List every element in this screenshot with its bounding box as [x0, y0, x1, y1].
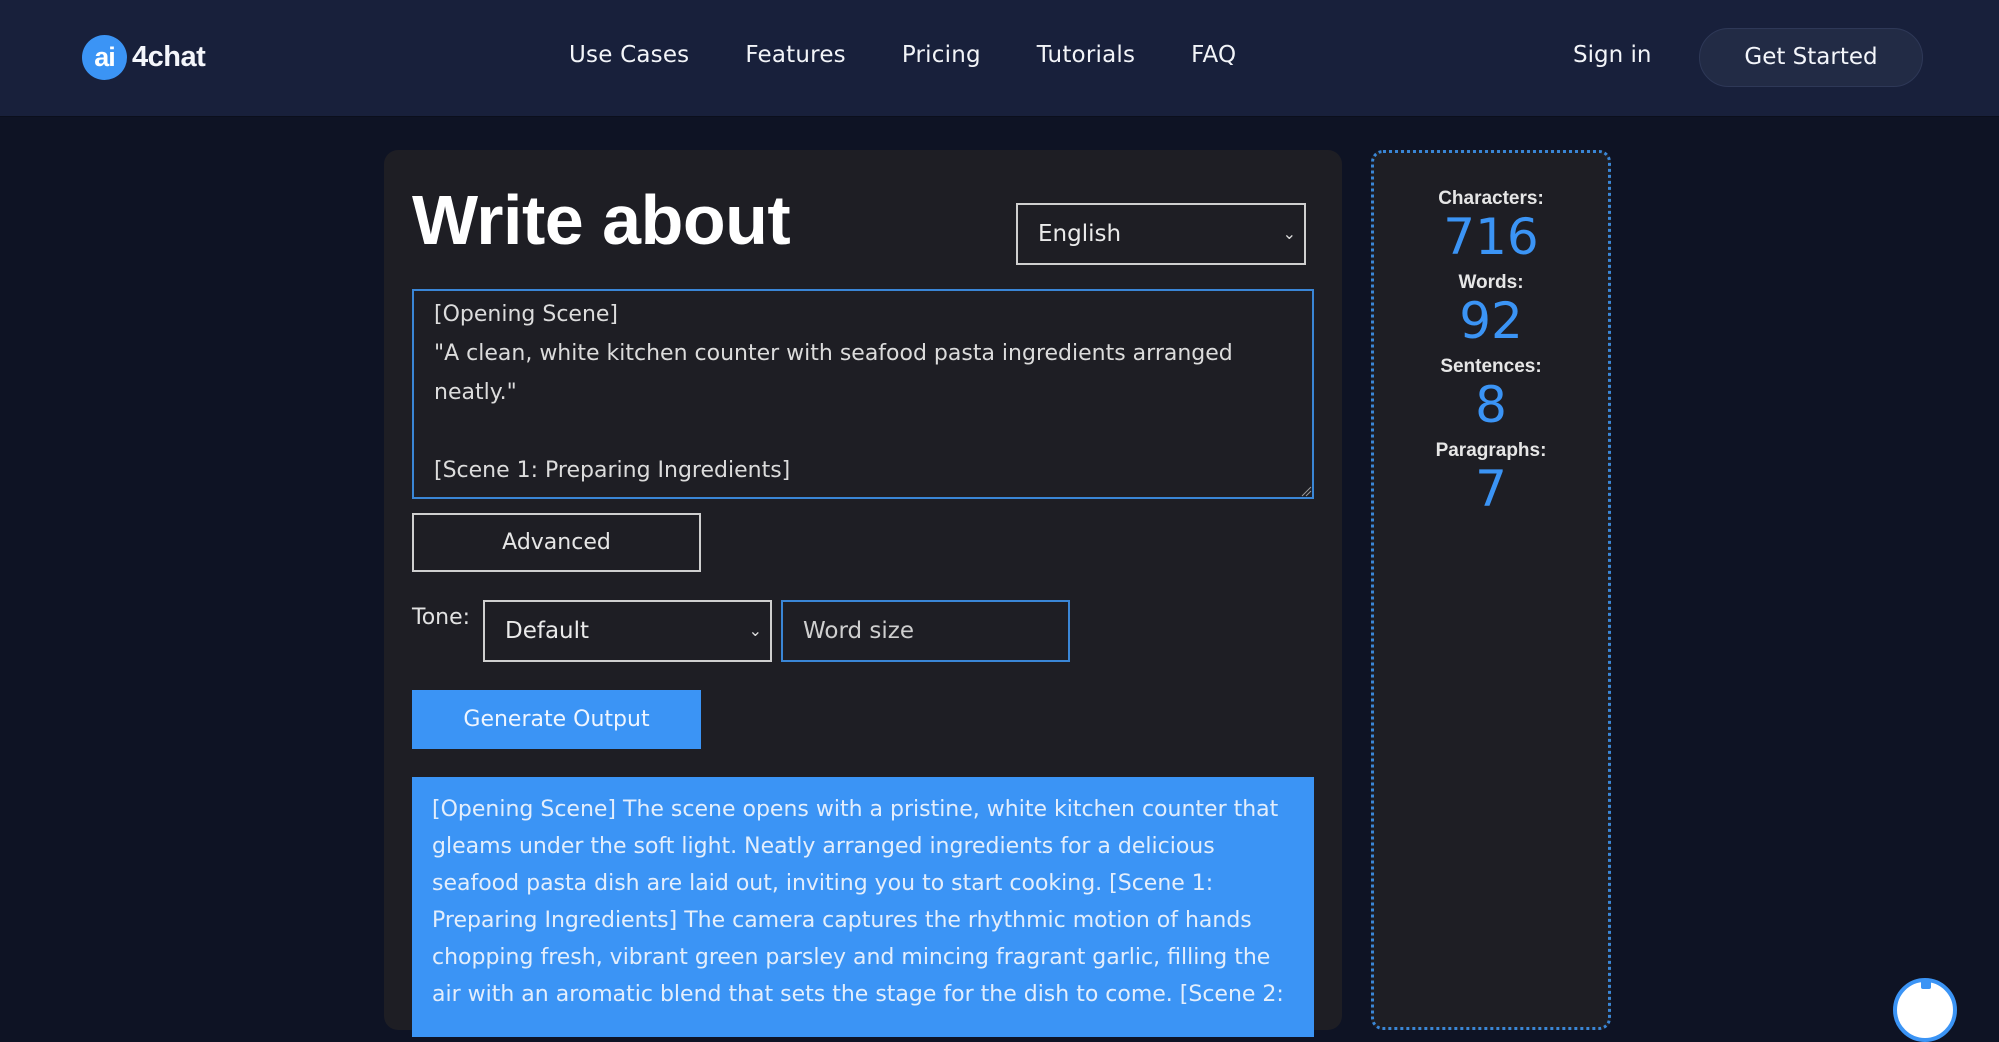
- resize-grip-icon[interactable]: [1300, 484, 1312, 497]
- nav-pricing[interactable]: Pricing: [902, 42, 981, 68]
- stat-label: Sentences:: [1440, 356, 1542, 377]
- generate-output-button[interactable]: Generate Output: [412, 690, 701, 749]
- stat-sentences: Sentences: 8: [1374, 356, 1608, 432]
- language-selected: English: [1038, 221, 1122, 247]
- logo-badge-icon: ai: [82, 35, 127, 80]
- nav-use-cases[interactable]: Use Cases: [569, 42, 689, 68]
- logo[interactable]: ai 4chat: [82, 35, 206, 80]
- stat-words: Words: 92: [1374, 272, 1608, 348]
- word-size-input[interactable]: Word size: [781, 600, 1070, 662]
- stat-paragraphs: Paragraphs: 7: [1374, 440, 1608, 516]
- writer-card: Write about English ⌄ [Opening Scene] "A…: [384, 150, 1342, 1037]
- stat-value: 8: [1475, 376, 1507, 434]
- tone-label: Tone:: [412, 605, 471, 630]
- page-title: Write about: [412, 181, 791, 259]
- advanced-button[interactable]: Advanced: [412, 513, 701, 572]
- stat-value: 716: [1443, 208, 1539, 266]
- stat-label: Characters:: [1438, 188, 1544, 209]
- chevron-down-icon: ⌄: [748, 621, 762, 640]
- logo-text: 4chat: [132, 41, 206, 73]
- tone-select[interactable]: Default ⌄: [483, 600, 772, 662]
- language-select[interactable]: English ⌄: [1016, 203, 1306, 265]
- stat-value: 92: [1459, 292, 1523, 350]
- stat-label: Words:: [1458, 272, 1524, 293]
- output-text: [Opening Scene] The scene opens with a p…: [412, 777, 1314, 1037]
- text-stats-panel: Characters: 716 Words: 92 Sentences: 8 P…: [1371, 150, 1611, 1030]
- site-header: ai 4chat Use Cases Features Pricing Tuto…: [0, 0, 1999, 117]
- chat-widget-icon: [1921, 980, 1931, 989]
- nav-faq[interactable]: FAQ: [1191, 42, 1236, 68]
- word-size-placeholder: Word size: [803, 618, 915, 644]
- stat-characters: Characters: 716: [1374, 188, 1608, 264]
- tone-selected: Default: [505, 618, 590, 644]
- sign-in-link[interactable]: Sign in: [1573, 42, 1651, 68]
- stat-value: 7: [1475, 460, 1507, 518]
- stat-label: Paragraphs:: [1435, 440, 1547, 461]
- chevron-down-icon: ⌄: [1282, 224, 1296, 243]
- nav-tutorials[interactable]: Tutorials: [1037, 42, 1135, 68]
- chat-widget-button[interactable]: [1893, 978, 1957, 1042]
- main-nav: Use Cases Features Pricing Tutorials FAQ: [569, 42, 1236, 68]
- prompt-textarea[interactable]: [Opening Scene] "A clean, white kitchen …: [412, 289, 1314, 499]
- get-started-button[interactable]: Get Started: [1699, 28, 1923, 87]
- nav-features[interactable]: Features: [745, 42, 846, 68]
